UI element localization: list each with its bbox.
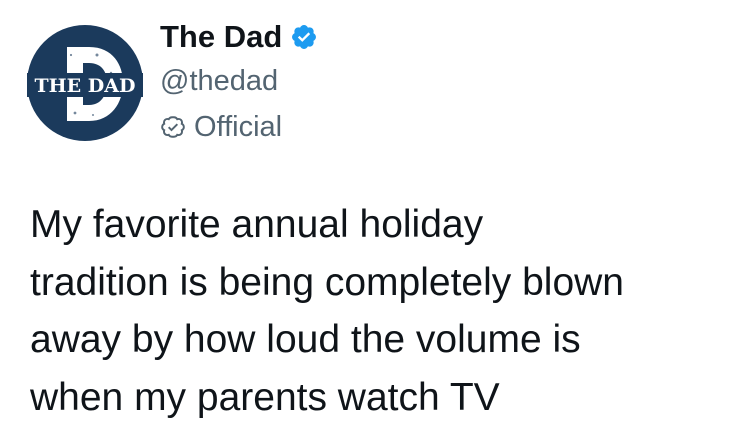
the-dad-logo-icon: THE DAD [27, 25, 143, 141]
official-check-icon [160, 114, 186, 140]
author-handle[interactable]: @thedad [160, 61, 278, 101]
avatar-text: THE DAD [35, 75, 136, 97]
author-name-row: The Dad [160, 15, 318, 59]
display-name[interactable]: The Dad [160, 15, 282, 59]
verified-badge-icon [290, 23, 318, 51]
avatar[interactable]: THE DAD [27, 25, 143, 141]
tweet-text: My favorite annual holiday tradition is … [30, 203, 624, 419]
official-label: Official [194, 111, 283, 143]
official-label-row: Official [160, 107, 282, 147]
tweet-card: THE DAD The Dad @thedad Official My favo… [0, 0, 750, 437]
